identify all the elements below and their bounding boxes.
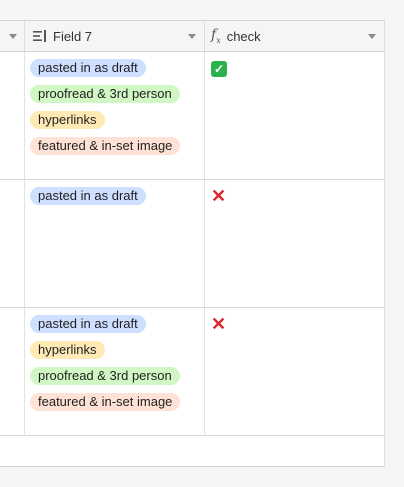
multiple-select-icon (33, 30, 47, 42)
check-cell[interactable]: ✓ (205, 52, 384, 179)
tag-pill: proofread & 3rd person (30, 85, 180, 103)
field-7-cell[interactable]: pasted in as draft proofread & 3rd perso… (25, 52, 205, 179)
previous-field-cell[interactable] (0, 308, 25, 435)
tag-pill: pasted in as draft (30, 59, 146, 77)
chevron-down-icon[interactable] (9, 34, 17, 39)
check-cell[interactable]: ✕ (205, 308, 384, 435)
tag-pill: proofread & 3rd person (30, 367, 180, 385)
cross-mark-icon: ✕ (211, 186, 227, 206)
field-7-cell[interactable]: pasted in as draft (25, 180, 205, 307)
chevron-down-icon[interactable] (368, 34, 376, 39)
tag-pill: hyperlinks (30, 341, 105, 359)
grid-footer (0, 436, 384, 467)
previous-field-cell[interactable] (0, 52, 25, 179)
field-7-cell[interactable]: pasted in as draft hyperlinks proofread … (25, 308, 205, 435)
formula-icon: fx (211, 27, 221, 45)
tag-pill: featured & in-set image (30, 137, 181, 155)
column-header-label: Field 7 (53, 28, 93, 44)
check-mark-icon: ✓ (211, 61, 227, 77)
column-header-check[interactable]: fx check (205, 21, 384, 51)
chevron-down-icon[interactable] (188, 34, 196, 39)
data-grid: Field 7 fx check pasted in as draft proo… (0, 20, 385, 467)
header-row: Field 7 fx check (0, 20, 384, 52)
table-row[interactable]: pasted in as draft ✕ (0, 180, 384, 308)
column-header-field-7[interactable]: Field 7 (25, 21, 205, 51)
tag-pill: featured & in-set image (30, 393, 181, 411)
column-header-label: check (226, 28, 261, 44)
tag-pill: pasted in as draft (30, 315, 146, 333)
previous-field-cell[interactable] (0, 180, 25, 307)
table-row[interactable]: pasted in as draft hyperlinks proofread … (0, 308, 384, 436)
check-cell[interactable]: ✕ (205, 180, 384, 307)
cross-mark-icon: ✕ (211, 314, 227, 334)
tag-pill: pasted in as draft (30, 187, 146, 205)
column-header-previous[interactable] (0, 21, 25, 51)
table-row[interactable]: pasted in as draft proofread & 3rd perso… (0, 52, 384, 180)
tag-pill: hyperlinks (30, 111, 105, 129)
